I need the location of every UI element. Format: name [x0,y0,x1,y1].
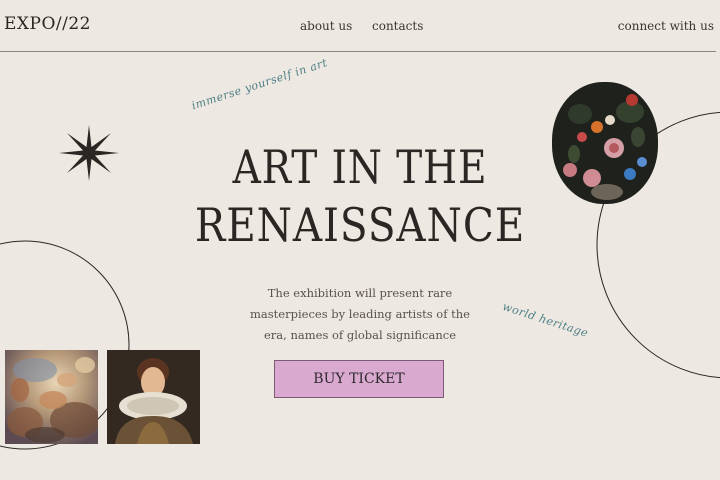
nav-contacts[interactable]: contacts [372,19,423,33]
buy-ticket-button[interactable]: BUY TICKET [274,360,444,398]
artwork-portrait [107,350,200,444]
tagline-immerse: immerse yourself in art [190,56,330,113]
artwork-ceiling-fresco [5,350,98,444]
hero-title-line-2: RENAISSANCE [194,198,526,252]
logo[interactable]: EXPO//22 [4,14,91,34]
connect-with-us-link[interactable]: connect with us [618,19,714,33]
header-divider [0,51,716,52]
tagline-world-heritage: world heritage [500,300,590,340]
artwork-flower-still-life [552,82,658,204]
nav-about-us[interactable]: about us [300,19,352,33]
hero-description: The exhibition will present rare masterp… [250,286,470,342]
